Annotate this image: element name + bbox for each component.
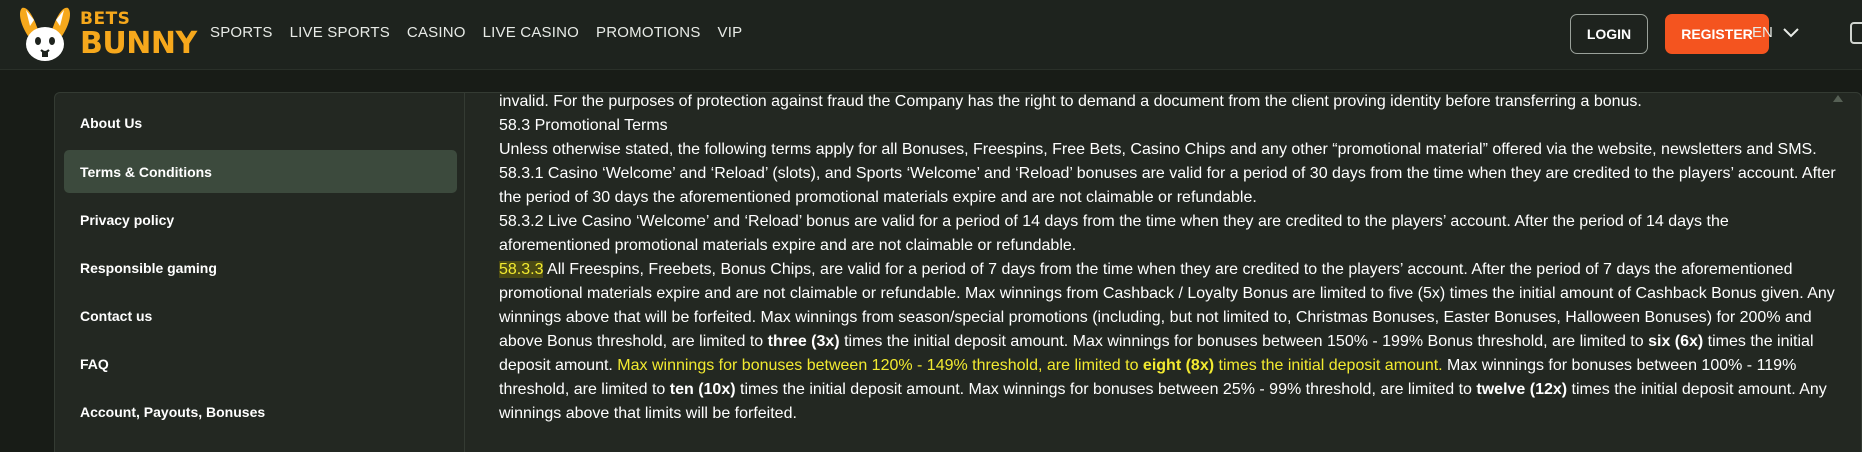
chevron-down-icon	[1783, 27, 1799, 37]
terms-paragraph: invalid. For the purposes of protection …	[499, 93, 1642, 110]
nav-live-casino[interactable]: LIVE CASINO	[483, 24, 579, 41]
sidebar-item-label: Contact us	[80, 307, 153, 324]
terms-paragraph: 58.3.2 Live Casino ‘Welcome’ and ‘Reload…	[499, 213, 1729, 254]
sidebar-item-label: Privacy policy	[80, 211, 175, 228]
language-label: EN	[1752, 24, 1773, 41]
nav-vip[interactable]: VIP	[718, 24, 743, 41]
section-heading: 58.3 Promotional Terms	[499, 117, 668, 134]
sidebar-item-label: About Us	[80, 114, 143, 131]
bunny-logo-icon	[20, 7, 70, 61]
highlighted-text: Max winnings for bonuses between 120% - …	[617, 357, 1143, 374]
sidebar-item-privacy-policy[interactable]: Privacy policy	[64, 198, 457, 241]
chat-icon[interactable]	[1850, 22, 1862, 44]
logo-text-bunny: BUNNY	[80, 26, 197, 61]
sidebar-item-contact-us[interactable]: Contact us	[64, 294, 457, 337]
sidebar-item-about-us[interactable]: About Us	[64, 101, 457, 144]
clause-number: 58.3.3	[499, 261, 544, 278]
terms-paragraph: Unless otherwise stated, the following t…	[499, 141, 1817, 158]
top-header: BETS BUNNY SPORTS LIVE SPORTS CASINO LIV…	[0, 0, 1862, 70]
sidebar-item-label: Account, Payouts, Bonuses	[80, 403, 266, 420]
login-button[interactable]: LOGIN	[1570, 14, 1648, 54]
nav-promotions[interactable]: PROMOTIONS	[596, 24, 701, 41]
nav-live-sports[interactable]: LIVE SPORTS	[290, 24, 390, 41]
sidebar-item-account-payouts-bonuses[interactable]: Account, Payouts, Bonuses	[64, 390, 457, 433]
main-nav: SPORTS LIVE SPORTS CASINO LIVE CASINO PR…	[210, 24, 759, 41]
sidebar-item-faq[interactable]: FAQ	[64, 342, 457, 385]
terms-content[interactable]: invalid. For the purposes of protection …	[499, 93, 1851, 452]
nav-sports[interactable]: SPORTS	[210, 24, 273, 41]
sidebar-item-responsible-gaming[interactable]: Responsible gaming	[64, 246, 457, 289]
highlighted-text: times the initial deposit amount.	[1214, 357, 1443, 374]
sidebar: About Us Terms & Conditions Privacy poli…	[55, 93, 465, 452]
terms-panel: About Us Terms & Conditions Privacy poli…	[54, 92, 1862, 452]
language-selector[interactable]: EN	[1752, 24, 1799, 41]
terms-paragraph: 58.3.1 Casino ‘Welcome’ and ‘Reload’ (sl…	[499, 165, 1836, 206]
logo[interactable]: BETS BUNNY	[16, 4, 197, 66]
sidebar-item-label: Responsible gaming	[80, 259, 217, 276]
sidebar-item-label: FAQ	[80, 355, 109, 372]
terms-paragraph-highlighted: 58.3.3 All Freespins, Freebets, Bonus Ch…	[499, 261, 1835, 422]
highlighted-text-bold: eight (8x)	[1142, 357, 1215, 374]
sidebar-item-label: Terms & Conditions	[80, 163, 212, 180]
nav-casino[interactable]: CASINO	[407, 24, 466, 41]
sidebar-item-terms-conditions[interactable]: Terms & Conditions	[64, 150, 457, 193]
